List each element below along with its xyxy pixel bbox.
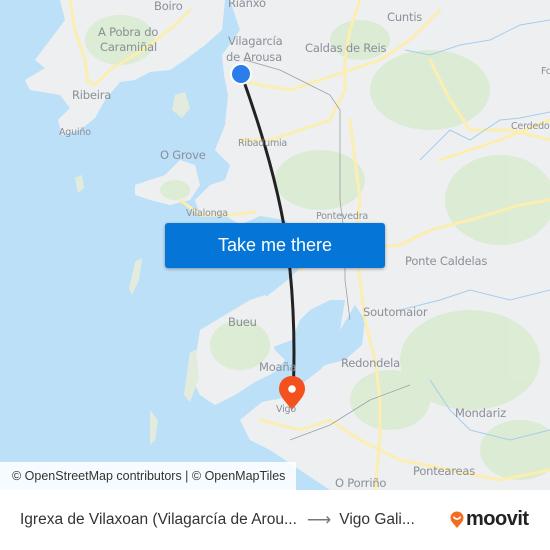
map[interactable]: Boiro Rianxo A Pobra do Caramiñal Vilaga… — [0, 0, 550, 490]
moovit-logo[interactable]: moovit — [450, 508, 529, 531]
attribution-text[interactable]: © OpenStreetMap contributors | © OpenMap… — [12, 469, 285, 483]
place-label: Boiro — [154, 0, 183, 13]
place-label: Rianxo — [228, 0, 266, 10]
islands — [75, 92, 199, 445]
place-label: Ponteareas — [413, 464, 476, 478]
place-label: A Pobra do — [98, 25, 159, 39]
place-label: Bueu — [228, 315, 257, 329]
footer: Igrexa de Vilaxoan (Vilagarcía de Arou..… — [0, 490, 550, 550]
place-label: Redondela — [341, 356, 400, 370]
place-label: Aguiño — [59, 127, 91, 138]
route-summary: Igrexa de Vilaxoan (Vilagarcía de Arou..… — [20, 490, 415, 550]
place-label: Ribeira — [72, 88, 112, 102]
place-label: Ponte Caldelas — [405, 254, 488, 268]
map-attribution[interactable]: © OpenStreetMap contributors | © OpenMap… — [0, 462, 297, 490]
place-label: Mondariz — [455, 406, 506, 420]
place-label: Caramiñal — [100, 40, 157, 54]
place-label: Fo — [541, 66, 550, 77]
place-label: O Porriño — [335, 476, 387, 490]
place-label: Moaña — [259, 360, 297, 374]
brand-name: moovit — [466, 508, 529, 530]
destination-name: Vigo Gali... — [339, 511, 415, 528]
place-label: Vigo — [276, 404, 296, 415]
arrow-right-icon: ⟶ — [306, 510, 332, 529]
place-label: de Arousa — [226, 50, 282, 64]
origin-name: Igrexa de Vilaxoan (Vilagarcía de Arou..… — [20, 511, 297, 528]
place-label: Cuntis — [387, 10, 423, 24]
place-label: Vilalonga — [186, 208, 228, 219]
moovit-pin-icon — [450, 511, 464, 528]
place-label: Pontevedra — [316, 211, 369, 222]
place-label: O Grove — [160, 148, 206, 162]
place-label: Caldas de Reis — [305, 41, 387, 55]
place-label: Vilagarcía — [228, 34, 283, 48]
place-label: Ribadumia — [238, 138, 288, 149]
place-label: Soutomaior — [363, 305, 428, 319]
place-label: Cerdedo — [511, 121, 550, 132]
take-me-there-button[interactable]: Take me there — [165, 223, 385, 268]
origin-dot-icon[interactable] — [230, 63, 252, 85]
